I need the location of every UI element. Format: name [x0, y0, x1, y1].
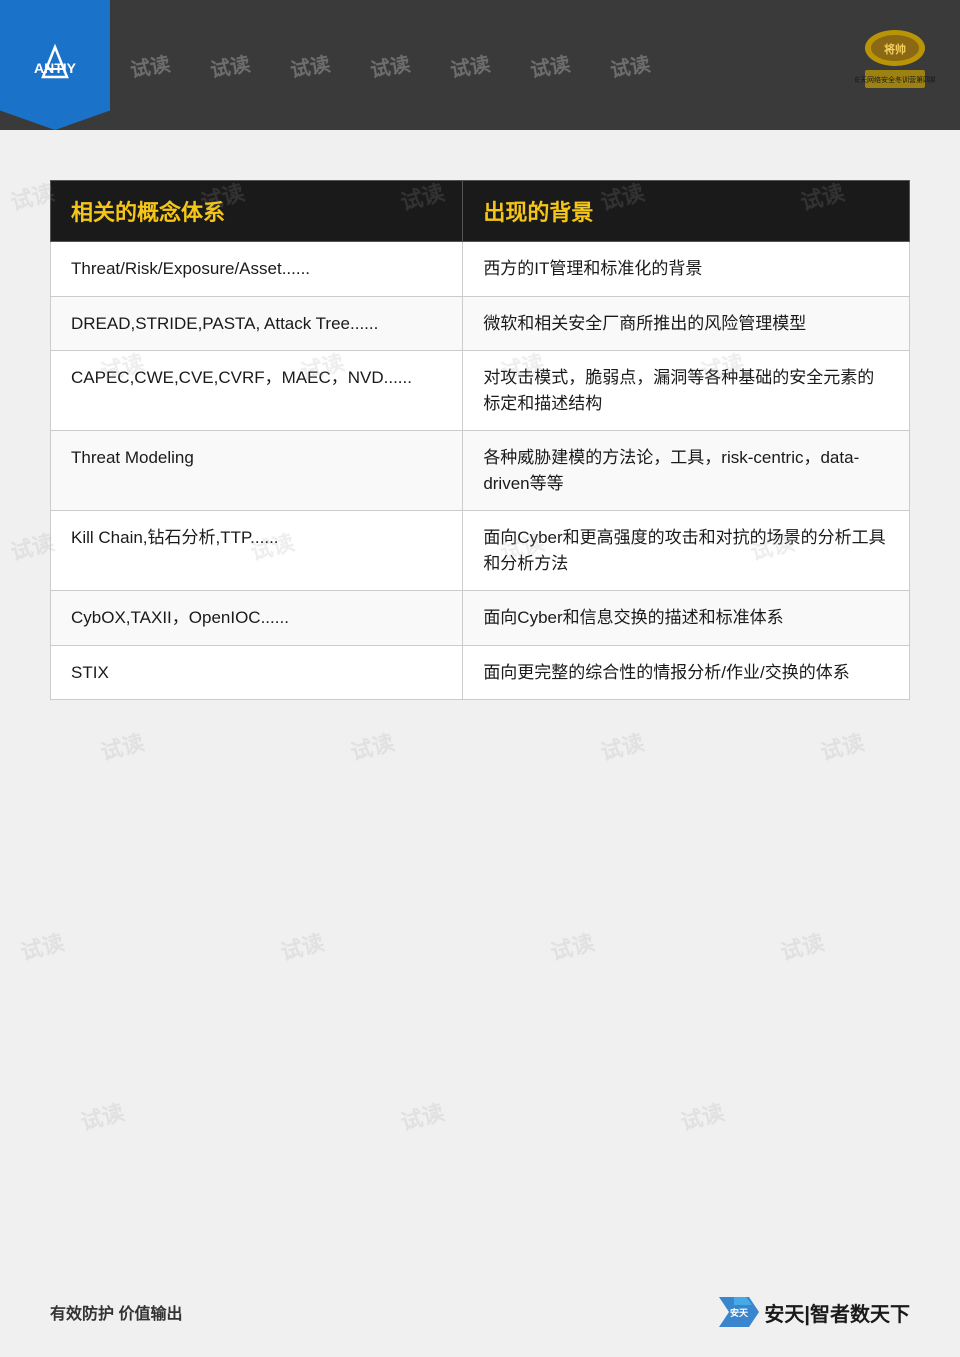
antiy-logo-icon: ANTIY	[25, 35, 85, 95]
bw-19: 试读	[277, 925, 328, 967]
bw-17: 试读	[817, 725, 868, 767]
table-cell-left-1: DREAD,STRIDE,PASTA, Attack Tree......	[51, 296, 463, 351]
table-cell-left-5: CybOX,TAXII，OpenIOC......	[51, 591, 463, 646]
concept-table: 相关的概念体系 出现的背景 Threat/Risk/Exposure/Asset…	[50, 180, 910, 700]
watermark-3: 试读	[288, 47, 332, 83]
table-row: DREAD,STRIDE,PASTA, Attack Tree......微软和…	[51, 296, 910, 351]
col1-header: 相关的概念体系	[51, 181, 463, 242]
table-cell-right-2: 对攻击模式，脆弱点，漏洞等各种基础的安全元素的标定和描述结构	[463, 351, 910, 431]
footer: 有效防护 价值输出 安天 安天|智者数天下	[0, 1267, 960, 1357]
table-cell-left-4: Kill Chain,钻石分析,TTP......	[51, 511, 463, 591]
watermark-1: 试读	[128, 47, 172, 83]
table-row: Threat Modeling各种威胁建模的方法论，工具，risk-centri…	[51, 431, 910, 511]
emblem-icon: 将帅 安天网络安全冬训营第四期	[855, 28, 935, 93]
footer-logo-icon: 安天	[714, 1292, 764, 1332]
bw-23: 试读	[397, 1095, 448, 1137]
table-cell-left-2: CAPEC,CWE,CVE,CVRF，MAEC，NVD......	[51, 351, 463, 431]
main-content: 相关的概念体系 出现的背景 Threat/Risk/Exposure/Asset…	[0, 130, 960, 730]
table-cell-right-5: 面向Cyber和信息交换的描述和标准体系	[463, 591, 910, 646]
footer-right: 安天 安天|智者数天下	[714, 1292, 910, 1332]
watermark-7: 试读	[608, 47, 652, 83]
logo-block: ANTIY	[0, 0, 110, 130]
table-cell-right-3: 各种威胁建模的方法论，工具，risk-centric，data-driven等等	[463, 431, 910, 511]
table-row: Kill Chain,钻石分析,TTP......面向Cyber和更高强度的攻击…	[51, 511, 910, 591]
table-row: Threat/Risk/Exposure/Asset......西方的IT管理和…	[51, 242, 910, 297]
table-cell-right-1: 微软和相关安全厂商所推出的风险管理模型	[463, 296, 910, 351]
table-cell-left-6: STIX	[51, 645, 463, 700]
bw-22: 试读	[77, 1095, 128, 1137]
footer-brand-text: 安天|智者数天下	[764, 1298, 910, 1327]
table-cell-right-0: 西方的IT管理和标准化的背景	[463, 242, 910, 297]
table-cell-left-3: Threat Modeling	[51, 431, 463, 511]
bw-16: 试读	[597, 725, 648, 767]
table-row: CybOX,TAXII，OpenIOC......面向Cyber和信息交换的描述…	[51, 591, 910, 646]
watermark-5: 试读	[448, 47, 492, 83]
table-row: CAPEC,CWE,CVE,CVRF，MAEC，NVD......对攻击模式，脆…	[51, 351, 910, 431]
bw-18: 试读	[17, 925, 68, 967]
table-cell-right-4: 面向Cyber和更高强度的攻击和对抗的场景的分析工具和分析方法	[463, 511, 910, 591]
bw-15: 试读	[347, 725, 398, 767]
header-watermarks: 试读 试读 试读 试读 试读 试读 试读	[110, 0, 960, 130]
watermark-2: 试读	[208, 47, 252, 83]
table-row: STIX面向更完整的综合性的情报分析/作业/交换的体系	[51, 645, 910, 700]
svg-text:安天: 安天	[730, 1307, 749, 1318]
bw-14: 试读	[97, 725, 148, 767]
svg-text:将帅: 将帅	[884, 42, 906, 56]
top-right-logo: 将帅 安天网络安全冬训营第四期	[840, 10, 950, 110]
col2-header: 出现的背景	[463, 181, 910, 242]
table-cell-right-6: 面向更完整的综合性的情报分析/作业/交换的体系	[463, 645, 910, 700]
watermark-4: 试读	[368, 47, 412, 83]
bw-20: 试读	[547, 925, 598, 967]
bw-24: 试读	[677, 1095, 728, 1137]
bw-21: 试读	[777, 925, 828, 967]
watermark-6: 试读	[528, 47, 572, 83]
table-cell-left-0: Threat/Risk/Exposure/Asset......	[51, 242, 463, 297]
footer-left-text: 有效防护 价值输出	[50, 1300, 182, 1324]
svg-text:安天网络安全冬训营第四期: 安天网络安全冬训营第四期	[855, 75, 935, 84]
header: ANTIY 试读 试读 试读 试读 试读 试读 试读 将帅 安天网络安全冬训营第…	[0, 0, 960, 130]
